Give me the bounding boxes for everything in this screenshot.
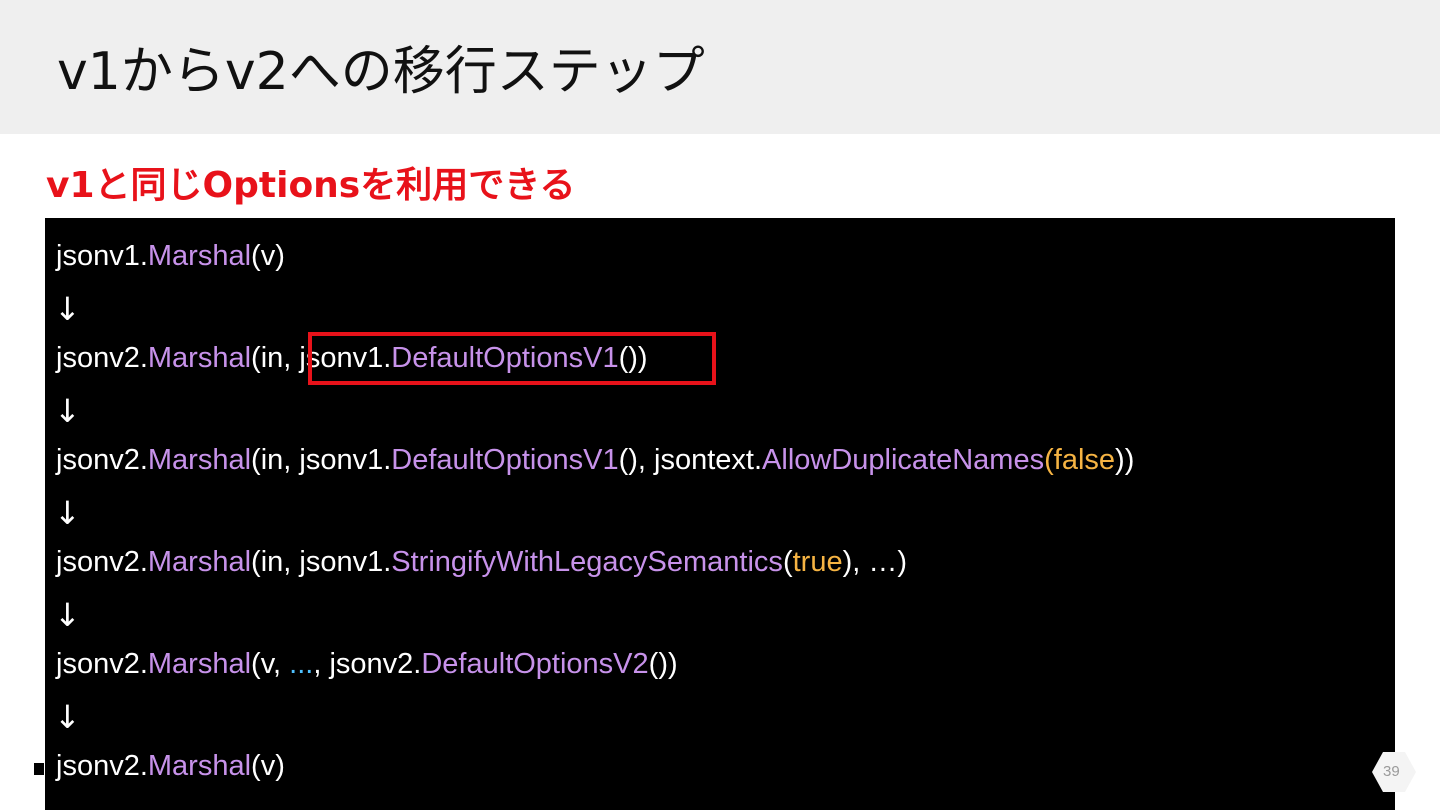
code-args: (in,	[251, 444, 300, 476]
code-args: ())	[648, 648, 678, 680]
code-method: DefaultOptionsV1	[391, 444, 619, 476]
code-pkg: jsonv1.	[56, 240, 148, 272]
code-literal: true	[792, 546, 843, 578]
down-arrow-icon: ↓	[54, 392, 81, 430]
code-method: Marshal	[147, 648, 252, 680]
slide-title: v1からv2への移行ステップ	[57, 42, 705, 102]
code-args: (),	[618, 444, 655, 476]
slide-subtitle: v1と同じOptionsを利用できる	[46, 165, 576, 206]
code-method: Marshal	[147, 240, 252, 272]
code-method: Marshal	[147, 444, 252, 476]
code-paren: (	[782, 546, 793, 578]
code-literal: false	[1053, 444, 1116, 476]
code-args: ,	[313, 648, 330, 680]
code-method: Marshal	[147, 750, 252, 782]
code-method: DefaultOptionsV2	[421, 648, 649, 680]
code-panel: jsonv1.Marshal(v) ↓ jsonv2.Marshal(in, j…	[45, 218, 1395, 810]
down-arrow-icon: ↓	[54, 494, 81, 532]
code-pkg: jsonv2.	[56, 648, 148, 680]
code-pkg: jsonv2.	[56, 444, 148, 476]
code-method: StringifyWithLegacySemantics	[391, 546, 783, 578]
code-pkg: jsonv2.	[56, 342, 148, 374]
code-method: Marshal	[147, 342, 252, 374]
code-paren: (	[1044, 444, 1054, 476]
code-args: ), …)	[842, 546, 908, 578]
code-method: Marshal	[147, 546, 252, 578]
code-line-6: jsonv2.Marshal(v)	[56, 746, 285, 786]
code-args: (in,	[251, 342, 300, 374]
code-line-5: jsonv2.Marshal(v, ..., jsonv2.DefaultOpt…	[56, 644, 678, 684]
code-args: (v)	[251, 750, 285, 782]
code-pkg: jsonv2.	[56, 750, 148, 782]
code-method: AllowDuplicateNames	[762, 444, 1045, 476]
code-args: (in,	[251, 546, 300, 578]
code-args: (v)	[251, 240, 285, 272]
page-number: 39	[1383, 763, 1400, 780]
code-line-1: jsonv1.Marshal(v)	[56, 236, 285, 276]
slide-marker-icon	[34, 763, 44, 775]
title-bar: v1からv2への移行ステップ	[0, 0, 1440, 134]
down-arrow-icon: ↓	[54, 290, 81, 328]
code-pkg: jsonv1.	[299, 444, 392, 476]
code-line-4: jsonv2.Marshal(in, jsonv1.StringifyWithL…	[56, 542, 907, 582]
code-line-3: jsonv2.Marshal(in, jsonv1.DefaultOptions…	[56, 440, 1134, 480]
code-pkg: jsontext.	[654, 444, 763, 476]
highlight-box	[308, 332, 716, 385]
down-arrow-icon: ↓	[54, 596, 81, 634]
code-args: (v,	[251, 648, 290, 680]
code-pkg: jsonv2.	[56, 546, 148, 578]
code-args: ))	[1115, 444, 1135, 476]
code-ellipsis: ...	[289, 648, 314, 680]
code-pkg: jsonv2.	[329, 648, 422, 680]
code-pkg: jsonv1.	[299, 546, 392, 578]
down-arrow-icon: ↓	[54, 698, 81, 736]
